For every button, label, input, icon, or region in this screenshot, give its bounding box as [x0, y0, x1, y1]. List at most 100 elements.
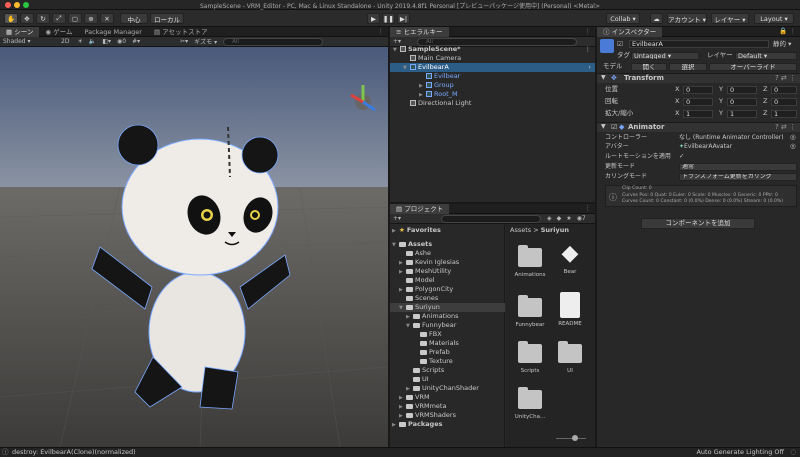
- asset-item[interactable]: Funnybear: [510, 295, 550, 328]
- scale-z-field[interactable]: 1: [771, 110, 797, 118]
- 2d-toggle[interactable]: 2D: [61, 38, 69, 45]
- scene-menu-icon[interactable]: ⋮: [378, 27, 389, 36]
- lighting-status[interactable]: Auto Generate Lighting Off: [696, 448, 784, 457]
- tab-package-manager[interactable]: Package Manager: [78, 27, 148, 37]
- position-y-field[interactable]: 0: [727, 86, 757, 94]
- tree-item[interactable]: Scripts: [406, 366, 444, 375]
- collab-button[interactable]: Collab ▾: [606, 13, 640, 24]
- tree-item[interactable]: FBX: [413, 330, 442, 339]
- tree-item[interactable]: Model: [399, 276, 435, 285]
- overrides-dropdown[interactable]: オーバーライド: [709, 63, 797, 71]
- tab-project[interactable]: ▤ プロジェクト: [390, 204, 450, 214]
- create-button[interactable]: +▾: [393, 38, 401, 45]
- tree-item[interactable]: Scenes: [399, 294, 438, 303]
- hierarchy-item-evilbear[interactable]: Evilbear: [390, 72, 595, 81]
- hand-tool-icon[interactable]: ✋: [4, 13, 18, 24]
- hierarchy-item-evilbeara[interactable]: ▼ EvilbearA ›: [390, 63, 595, 72]
- tab-game[interactable]: ◉ ゲーム: [39, 27, 78, 37]
- avatar-field[interactable]: ✦EvilbearAAvatar: [679, 142, 789, 151]
- layout-dropdown[interactable]: Layout ▾: [754, 13, 794, 24]
- transform-header[interactable]: ▼ ✥ Transform ? ⇄ ⋮: [597, 73, 800, 83]
- favorite-icon[interactable]: ★: [566, 215, 571, 222]
- tree-item[interactable]: ▶ Kevin Iglesias: [399, 258, 459, 267]
- scale-tool-icon[interactable]: ⤢: [52, 13, 66, 24]
- tree-item[interactable]: ▶ UnityChanShader: [406, 384, 479, 393]
- tree-item[interactable]: Ashe: [399, 249, 431, 258]
- cloud-icon[interactable]: ☁: [650, 13, 663, 24]
- hierarchy-item-root-m[interactable]: ▶ Root_M: [390, 90, 595, 99]
- object-picker-icon[interactable]: ◎: [790, 133, 800, 142]
- update-mode-dropdown[interactable]: 通常: [679, 163, 797, 171]
- zoom-window-button[interactable]: [23, 2, 29, 8]
- object-name-field[interactable]: EvilbearA: [629, 40, 769, 48]
- project-search-input[interactable]: [441, 214, 542, 223]
- add-component-button[interactable]: コンポーネントを追加: [641, 218, 755, 229]
- hierarchy-item-main-camera[interactable]: Main Camera: [390, 54, 595, 63]
- tree-item[interactable]: ▶ MeshUtility: [399, 267, 451, 276]
- inspector-menu-icon[interactable]: 🔒 ⋮: [779, 27, 800, 36]
- step-button[interactable]: ▶|: [397, 13, 410, 24]
- asset-item[interactable]: Scripts: [510, 341, 550, 374]
- filter-label-icon[interactable]: ◆: [557, 215, 562, 222]
- hierarchy-menu-icon[interactable]: ⋮: [585, 27, 596, 36]
- tag-dropdown[interactable]: Untagged ▾: [631, 52, 699, 60]
- asset-item[interactable]: ◆ Bear: [550, 242, 590, 276]
- account-dropdown[interactable]: アカウント ▾: [667, 13, 707, 24]
- select-button[interactable]: 選択: [669, 63, 707, 71]
- tree-item[interactable]: Prefab: [413, 348, 450, 357]
- tree-item[interactable]: ▶ VRMmeta: [399, 402, 446, 411]
- object-picker-icon[interactable]: ◎: [790, 142, 800, 151]
- hidden-packages-icon[interactable]: ◉7: [577, 215, 586, 222]
- tree-item[interactable]: Materials: [413, 339, 459, 348]
- tree-item[interactable]: ▶ VRM: [399, 393, 430, 402]
- console-info-icon[interactable]: ⓘ: [2, 448, 9, 457]
- culling-mode-dropdown[interactable]: トランスフォーム更新をカリング: [679, 173, 797, 181]
- tree-item[interactable]: Texture: [413, 357, 453, 366]
- enabled-checkbox[interactable]: ☑: [611, 123, 617, 131]
- asset-item[interactable]: UI: [550, 341, 590, 374]
- layer-dropdown[interactable]: Default ▾: [735, 52, 797, 60]
- tree-item[interactable]: ▶ Packages: [392, 420, 442, 429]
- move-tool-icon[interactable]: ✥: [20, 13, 34, 24]
- status-message[interactable]: destroy: EvilbearA(Clone)(normalized): [12, 448, 136, 457]
- hierarchy-item-group[interactable]: ▶ Group: [390, 81, 595, 90]
- close-window-button[interactable]: [5, 2, 11, 8]
- rotation-z-field[interactable]: 0: [771, 98, 797, 106]
- position-z-field[interactable]: 0: [771, 86, 797, 94]
- controller-field[interactable]: なし (Runtime Animator Controller): [679, 133, 789, 142]
- lighting-toggle-icon[interactable]: ☀: [77, 38, 82, 45]
- pause-button[interactable]: ❚❚: [382, 13, 395, 24]
- position-x-field[interactable]: 0: [683, 86, 713, 94]
- asset-item[interactable]: UnityCha...: [510, 387, 550, 420]
- rotation-y-field[interactable]: 0: [727, 98, 757, 106]
- tab-inspector[interactable]: ⓘ インスペクター: [597, 27, 663, 37]
- project-create-button[interactable]: +▾: [393, 215, 401, 222]
- hierarchy-item-samplescene[interactable]: ▼ SampleScene* ⋮: [390, 45, 595, 54]
- component-menu-icon[interactable]: ? ⇄ ⋮: [775, 123, 796, 131]
- tab-hierarchy[interactable]: ≡ ヒエラルキー: [390, 27, 449, 37]
- tab-asset-store[interactable]: ▤ アセットストア: [148, 27, 214, 37]
- breadcrumb-item[interactable]: Suriyun: [541, 226, 569, 234]
- project-menu-icon[interactable]: ⋮: [585, 204, 596, 213]
- scale-x-field[interactable]: 1: [683, 110, 713, 118]
- root-motion-checkbox[interactable]: ✓: [679, 152, 689, 161]
- slider-handle[interactable]: [572, 435, 578, 441]
- animator-header[interactable]: ▼ ☑ ◆ Animator ? ⇄ ⋮: [597, 122, 800, 132]
- icon-size-slider[interactable]: [556, 438, 586, 439]
- scene-menu-icon[interactable]: ⋮: [585, 45, 592, 54]
- pivot-toggle[interactable]: 中心: [120, 13, 148, 24]
- effects-toggle-icon[interactable]: ◧▾: [102, 38, 111, 45]
- hierarchy-item-directional-light[interactable]: Directional Light: [390, 99, 595, 108]
- play-button[interactable]: ▶: [367, 13, 380, 24]
- rect-tool-icon[interactable]: ▢: [68, 13, 82, 24]
- minimize-window-button[interactable]: [14, 2, 20, 8]
- tools-icon[interactable]: ✂▾: [180, 38, 188, 45]
- rotation-x-field[interactable]: 0: [683, 98, 713, 106]
- scene-viewport[interactable]: [0, 47, 388, 447]
- layers-dropdown[interactable]: レイヤー ▾: [711, 13, 749, 24]
- filter-type-icon[interactable]: ◈: [547, 215, 552, 222]
- tab-scene[interactable]: ▦ シーン: [0, 27, 40, 37]
- tree-item[interactable]: ▼ Suriyun: [390, 303, 505, 312]
- favorites-item[interactable]: ▶ ★ Favorites: [392, 226, 441, 235]
- asset-item[interactable]: Animations: [510, 245, 550, 278]
